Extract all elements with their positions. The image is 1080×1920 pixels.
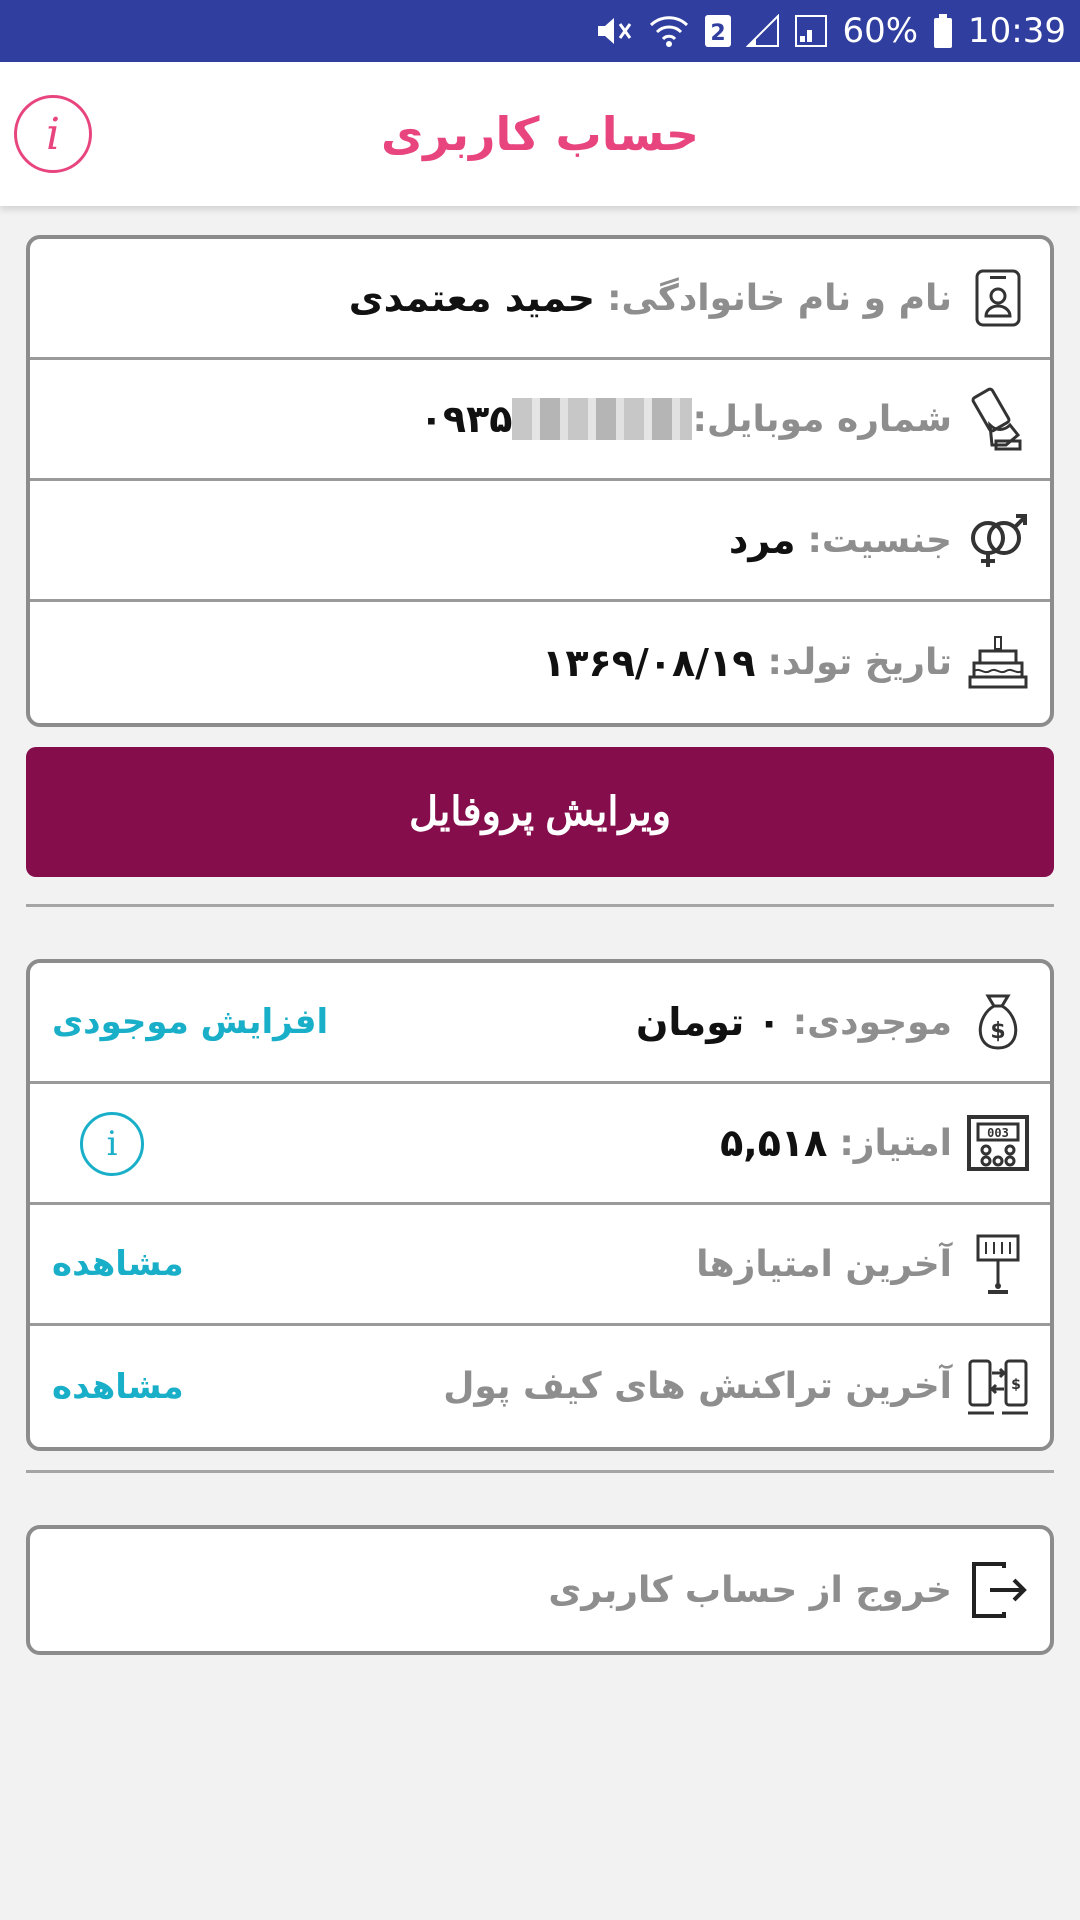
gender-value: مرد xyxy=(728,518,796,562)
svg-text:$: $ xyxy=(990,1019,1005,1044)
signal-icon xyxy=(794,14,828,48)
divider xyxy=(26,1470,1054,1473)
svg-text:003: 003 xyxy=(987,1126,1009,1140)
sim-badge: 2 xyxy=(711,21,726,46)
profile-row-gender: جنسیت: مرد xyxy=(30,481,1050,602)
birthday-value: ۱۳۶۹/۰۸/۱۹ xyxy=(542,640,756,685)
info-icon[interactable]: i xyxy=(14,95,92,173)
battery-percent: 60% xyxy=(842,11,919,51)
page-title: حساب کاربری xyxy=(380,107,700,161)
wallet-row-points: 003 امتیاز: ۵,۵۱۸ i xyxy=(30,1084,1050,1205)
name-label: نام و نام خانوادگی: xyxy=(607,277,952,319)
mobile-value: ۰۹۳۵ xyxy=(419,397,513,441)
divider xyxy=(26,904,1054,907)
birthday-label: تاریخ تولد: xyxy=(767,642,952,683)
mobile-hand-icon xyxy=(966,387,1030,451)
mobile-redacted xyxy=(512,398,693,440)
wallet-row-last-points[interactable]: آخرین امتیازها مشاهده xyxy=(30,1205,1050,1326)
svg-text:$: $ xyxy=(1011,1377,1021,1393)
gender-label: جنسیت: xyxy=(807,519,952,561)
score-board-icon: 003 xyxy=(966,1111,1030,1175)
profile-row-name: نام و نام خانوادگی: حمید معتمدی xyxy=(30,239,1050,360)
points-history-icon xyxy=(966,1232,1030,1296)
status-bar: 2 60% 10:39 xyxy=(0,0,1080,62)
clock: 10:39 xyxy=(968,11,1066,51)
view-last-transactions-link[interactable]: مشاهده xyxy=(52,1326,184,1447)
logout-card[interactable]: خروج از حساب کاربری xyxy=(26,1525,1054,1655)
battery-icon xyxy=(932,13,954,49)
mobile-label: شماره موبایل: xyxy=(692,398,952,440)
cake-icon xyxy=(966,631,1030,695)
edit-profile-button[interactable]: ویرایش پروفایل xyxy=(26,747,1054,877)
money-bag-icon: $ xyxy=(966,990,1030,1054)
wallet-transfer-icon: $ xyxy=(966,1355,1030,1419)
wallet-row-last-transactions[interactable]: $ آخرین تراکنش های کیف پول مشاهده xyxy=(30,1326,1050,1447)
wifi-icon xyxy=(648,13,690,49)
logout-icon xyxy=(966,1558,1030,1622)
points-value: ۵,۵۱۸ xyxy=(720,1121,828,1165)
view-last-points-link[interactable]: مشاهده xyxy=(52,1205,184,1323)
mute-icon xyxy=(594,13,634,49)
app-bar: حساب کاربری i xyxy=(0,62,1080,206)
profile-row-birthday: تاریخ تولد: ۱۳۶۹/۰۸/۱۹ xyxy=(30,602,1050,723)
points-label: امتیاز: xyxy=(839,1122,952,1164)
gender-icon xyxy=(966,508,1030,572)
signal-weak-icon xyxy=(746,14,780,48)
wallet-card: $ موجودی: ۰ تومان افزایش موجودی 003 امتی… xyxy=(26,959,1054,1451)
points-info-icon[interactable]: i xyxy=(80,1112,144,1176)
logout-label: خروج از حساب کاربری xyxy=(548,1569,952,1611)
info-icon-glyph: i xyxy=(45,108,61,160)
id-card-icon xyxy=(966,266,1030,330)
last-transactions-label: آخرین تراکنش های کیف پول xyxy=(443,1366,952,1407)
wallet-row-balance: $ موجودی: ۰ تومان افزایش موجودی xyxy=(30,963,1050,1084)
name-value: حمید معتمدی xyxy=(348,276,596,320)
points-info-glyph: i xyxy=(106,1124,118,1164)
sim-icon: 2 xyxy=(704,14,732,48)
increase-balance-link[interactable]: افزایش موجودی xyxy=(52,963,328,1081)
logout-row[interactable]: خروج از حساب کاربری xyxy=(30,1529,1050,1651)
profile-row-mobile: شماره موبایل: ۰۹۳۵ xyxy=(30,360,1050,481)
profile-card: نام و نام خانوادگی: حمید معتمدی شماره مو… xyxy=(26,235,1054,727)
balance-label: موجودی: xyxy=(792,1001,952,1043)
balance-value: ۰ تومان xyxy=(635,1000,781,1044)
last-points-label: آخرین امتیازها xyxy=(696,1243,952,1285)
